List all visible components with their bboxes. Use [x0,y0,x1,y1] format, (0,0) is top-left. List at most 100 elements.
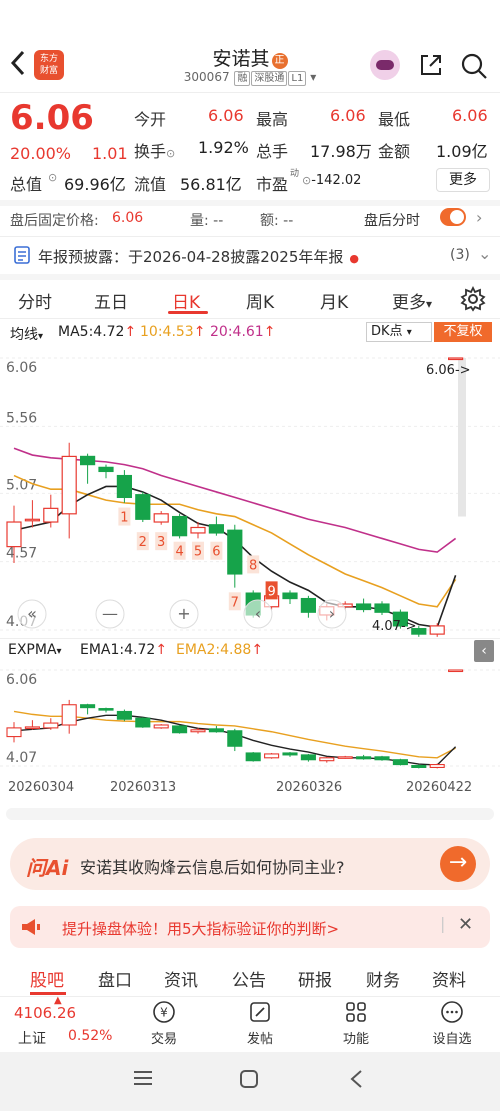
nine-turn-label: 7 [231,595,239,610]
ai-question[interactable]: 安诺其收购烽云信息后如何协同主业? [80,854,345,878]
nine-turn-label: 9 [267,584,275,599]
tab-research[interactable]: 研报 [298,966,332,991]
market-cap-value: 69.96亿 [64,175,126,194]
candle-body [356,603,372,611]
tab-more[interactable]: 更多▾ [392,288,432,313]
chart-scrollbar[interactable] [6,808,494,820]
open-label: 今开 [134,110,167,129]
home-icon[interactable] [238,1068,260,1094]
date-label: 20260422 [406,780,473,795]
tab-announcements[interactable]: 公告 [232,966,266,991]
adjust-mode-button[interactable]: 不复权 [434,322,492,342]
float-cap-value: 56.81亿 [180,175,242,194]
info-icon[interactable]: ⊙ [48,171,57,184]
candle-body [245,752,261,762]
kline-chart[interactable]: 6.065.565.074.574.076.06->1234567894.07-… [0,344,500,644]
candle-body [300,754,316,761]
share-icon[interactable] [418,52,444,78]
grid-icon [346,1002,366,1022]
high-label: 最高 [256,110,289,129]
candle-body [6,521,22,548]
tab-financials[interactable]: 财务 [366,966,400,991]
tab-forum[interactable]: 股吧 [30,966,64,991]
low-label: 最低 [378,110,411,129]
name-badge: 正 [271,53,288,69]
search-icon[interactable] [460,52,488,80]
nine-turn-label: 5 [194,545,202,560]
nine-turn-label: 4 [175,545,183,560]
float-cap-label: 流值 [134,175,167,194]
tab-weekly-k[interactable]: 周K [246,288,274,313]
ma20-readout: 20:4.61↑ [210,324,276,340]
open-value: 6.06 [208,106,244,125]
gear-icon[interactable] [460,285,486,316]
ema1-readout: EMA1:4.72↑ [80,642,168,658]
candle-body [448,669,464,673]
tab-daily-k[interactable]: 日K [172,288,200,313]
candle-body [374,603,390,613]
high-value: 6.06 [330,106,366,125]
menu-icon[interactable] [132,1068,154,1092]
candle-body [43,722,59,729]
trade-button[interactable]: ¥ 交易 [134,1000,194,1047]
divider [0,200,500,206]
notice-count[interactable]: (3) [450,247,470,263]
y-tick-label: 6.06 [6,360,37,376]
candle-body [429,764,445,768]
more-button[interactable]: 更多 [436,168,490,192]
tab-monthly-k[interactable]: 月K [320,288,348,313]
tab-intraday[interactable]: 分时 [18,288,52,313]
date-label: 20260326 [276,780,343,795]
expma-chart[interactable]: 6.06 4.07 [0,662,500,774]
y-tick-label: 5.56 [6,410,37,426]
avatar[interactable] [370,50,400,80]
y-tick-label: 6.06 [6,672,37,688]
notice-text[interactable]: 年报预披露：于2026-04-28披露2025年年报 ● [38,246,359,267]
up-arrow-icon: ▲ [54,995,62,1006]
tab-profile[interactable]: 资料 [432,966,466,991]
turnover-label[interactable]: 换手⊙ [134,138,175,162]
tag-connect: 深股通 [251,71,288,86]
candle-body [135,494,151,520]
arrow-right-icon[interactable]: → [440,846,476,882]
add-watchlist-button[interactable]: 设自选 [422,1000,482,1047]
expma-selector[interactable]: EXPMA▾ [8,642,62,658]
promo-text[interactable]: 提升操盘体验！用5大指标验证你的判断> [62,918,339,939]
svg-text:¥: ¥ [160,1006,168,1020]
close-icon[interactable]: ✕ [458,914,473,935]
after-hours-toggle[interactable] [440,208,466,226]
tab-five-day[interactable]: 五日 [94,288,128,313]
chevron-right-icon[interactable]: › [476,208,482,227]
zoom-out-icon: — [102,604,118,623]
after-hours-amount: 额: -- [260,213,294,229]
chevron-down-icon[interactable]: ▾ [310,70,316,84]
back-icon[interactable] [346,1068,368,1094]
post-button[interactable]: 发帖 [230,1000,290,1047]
chevron-down-icon[interactable]: ⌄ [478,244,491,263]
date-label: 20260304 [8,780,75,795]
ai-brand: 问Ai [26,856,69,880]
functions-button[interactable]: 功能 [326,1000,386,1047]
candle-body [172,515,188,537]
collapse-panel-icon[interactable]: ‹ [474,640,494,662]
pe-label: 市盈 [256,175,289,194]
ma-selector[interactable]: 均线▾ [10,324,43,344]
divider [0,236,500,237]
after-hours-price: 6.06 [112,210,144,226]
turnover-value: 1.92% [198,138,249,157]
candle-body [374,756,390,761]
stock-code: 300067 [183,70,230,84]
ma5-readout: MA5:4.72↑ [58,324,137,340]
candle-body [282,752,298,756]
candle-body [24,726,40,729]
tab-news[interactable]: 资讯 [164,966,198,991]
tab-order-book[interactable]: 盘口 [98,966,132,991]
current-price: 6.06 [10,98,94,138]
candle-body [319,757,335,762]
candle-body [300,597,316,613]
index-value[interactable]: 4106.26 [14,1004,76,1022]
edit-icon [250,1002,270,1022]
candle-body [6,727,22,738]
volume-value: 17.98万 [310,142,372,161]
dk-point-selector[interactable]: DK点 ▾ [366,322,432,342]
